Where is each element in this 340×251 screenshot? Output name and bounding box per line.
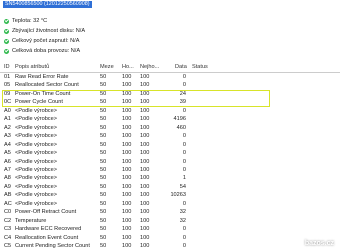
cell-data: 0	[182, 243, 186, 249]
header-hod[interactable]: Ho...	[122, 63, 142, 72]
info-power-time: Celková doba provozu: N/A	[4, 47, 80, 55]
ok-check-icon	[4, 18, 9, 24]
info-power-count: Celkový počet zapnutí: N/A	[4, 37, 79, 45]
info-text: Celková doba provozu: N/A	[12, 48, 81, 54]
cell-hod: 100	[122, 243, 132, 249]
cell-attr: Current Pending Sector Count	[15, 243, 90, 249]
info-text: Zbývající životnost disku: N/A	[12, 28, 86, 34]
device-select[interactable]: SN5400856500 (12012250560908)	[3, 1, 92, 8]
ok-check-icon	[4, 38, 9, 44]
header-nejh[interactable]: Nejho...	[140, 63, 160, 72]
watermark: bazos.cz	[304, 240, 334, 247]
table-header: ID Popis atributů Meze Ho... Nejho... Da…	[0, 63, 340, 72]
table-row[interactable]: C5Current Pending Sector Count501001000O…	[0, 242, 340, 251]
header-attr[interactable]: Popis atributů	[15, 63, 95, 72]
cell-id: C5	[4, 243, 12, 249]
highlight-box	[2, 90, 270, 107]
header-status[interactable]: Status	[192, 63, 332, 72]
ok-check-icon	[4, 28, 9, 34]
cell-meze: 50	[100, 243, 107, 249]
info-text: Teplota: 32 °C	[12, 18, 48, 24]
info-temperature: Teplota: 32 °C	[4, 17, 47, 25]
cell-nejh: 100	[140, 243, 150, 249]
ok-check-icon	[4, 48, 9, 54]
info-text: Celkový počet zapnutí: N/A	[12, 38, 80, 44]
device-selector-bar: SN5400856500 (12012250560908)	[0, 0, 340, 9]
header-meze[interactable]: Meze	[100, 63, 120, 72]
header-id[interactable]: ID	[4, 63, 14, 72]
info-lifetime: Zbývající životnost disku: N/A	[4, 27, 85, 35]
